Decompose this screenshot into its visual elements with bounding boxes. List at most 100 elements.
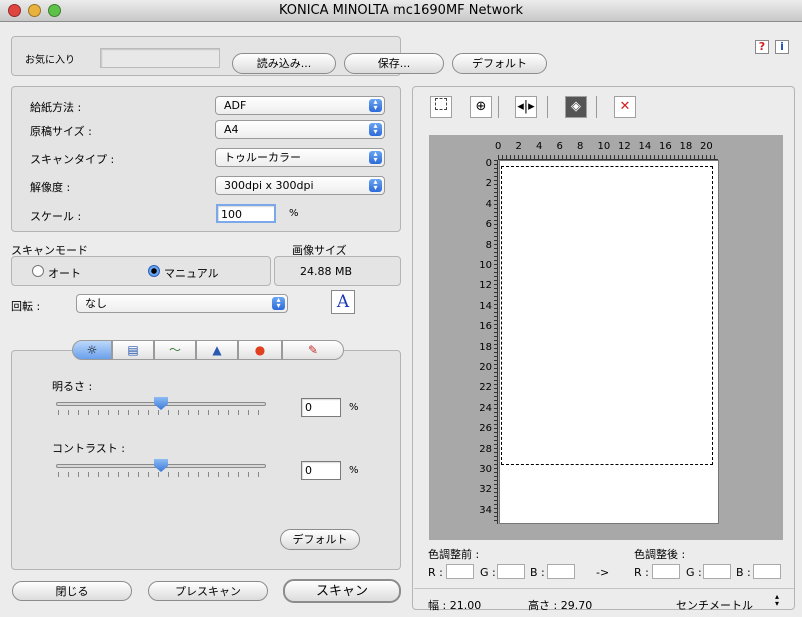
zoom-icon[interactable]: ⊕ (470, 96, 492, 118)
brightness-ticks (58, 410, 265, 415)
before-b-label: B : (530, 566, 545, 579)
select-arrows-icon: ▴ ▾ (369, 178, 382, 192)
select-arrows-icon: ▴ ▾ (369, 150, 382, 164)
rotation-select[interactable]: なし ▴ ▾ (76, 294, 288, 313)
manual-radio[interactable] (148, 265, 160, 277)
top-ruler-label: 18 (679, 141, 693, 152)
left-ruler-label: 12 (479, 280, 492, 292)
before-g-value (497, 564, 525, 579)
brightness-unit: % (349, 402, 359, 413)
close-button[interactable]: 閉じる (12, 581, 132, 601)
left-ruler-label: 28 (479, 443, 492, 455)
top-ruler-label: 14 (638, 141, 652, 152)
width-readout: 幅 : 21.00 (428, 599, 482, 612)
paper-feed-select[interactable]: ADF ▴ ▾ (215, 96, 385, 115)
scale-label: スケール : (30, 210, 82, 223)
histogram-icon: ▲ (212, 343, 222, 357)
before-r-label: R : (428, 566, 443, 579)
doc-size-label: 原稿サイズ : (30, 125, 92, 138)
favorites-field[interactable] (100, 48, 220, 68)
tab-histogram[interactable]: ▲ (196, 340, 238, 360)
paper-feed-value: ADF (224, 99, 247, 112)
default-favorites-button[interactable]: デフォルト (452, 53, 547, 74)
top-ruler-label: 12 (618, 141, 631, 152)
tab-color-picker[interactable]: ✎ (282, 340, 344, 360)
scale-input[interactable]: 100 (216, 204, 276, 223)
resolution-value: 300dpi x 300dpi (224, 179, 314, 192)
resolution-select[interactable]: 300dpi x 300dpi ▴ ▾ (215, 176, 385, 195)
left-ruler-label: 16 (479, 321, 492, 333)
top-ruler-label: 6 (556, 141, 563, 152)
dropper-icon: ✎ (307, 343, 319, 357)
after-g-label: G : (686, 566, 702, 579)
left-ruler-label: 2 (485, 178, 492, 190)
after-r-value (652, 564, 680, 579)
tab-color-wheel[interactable]: ● (238, 340, 282, 360)
fit-window-icon[interactable]: ◈ (565, 96, 587, 118)
curve-icon: 〜 (168, 343, 181, 357)
contrast-unit: % (349, 465, 359, 476)
after-r-label: R : (634, 566, 649, 579)
unit-select[interactable]: センチメートル (676, 597, 753, 613)
auto-radio[interactable] (32, 265, 44, 277)
favorites-label: お気に入り (25, 55, 75, 66)
left-ruler-label: 20 (479, 362, 492, 373)
doc-size-select[interactable]: A4 ▴ ▾ (215, 120, 385, 139)
scan-type-select[interactable]: トゥルーカラー ▴ ▾ (215, 148, 385, 167)
left-ruler-label: 10 (479, 260, 492, 271)
default-adjust-button[interactable]: デフォルト (280, 529, 360, 550)
brightness-label: 明るさ : (52, 380, 93, 393)
save-button[interactable]: 保存... (344, 53, 444, 74)
contrast-input[interactable]: 0 (301, 461, 341, 480)
scale-unit: % (289, 208, 299, 219)
prescan-button[interactable]: プレスキャン (148, 581, 268, 601)
help-icon[interactable]: ? (755, 40, 769, 54)
top-ruler-label: 10 (597, 141, 611, 152)
scan-type-value: トゥルーカラー (224, 151, 301, 164)
left-ruler-label: 14 (479, 300, 492, 312)
contrast-ticks (58, 472, 265, 477)
tab-color-balance[interactable]: ▤ (112, 340, 154, 360)
left-ruler-label: 6 (485, 219, 492, 231)
after-b-value (753, 564, 781, 579)
marquee-select-icon[interactable] (430, 96, 452, 118)
tab-curves[interactable]: 〜 (154, 340, 196, 360)
left-ruler-ticks (494, 160, 498, 524)
brightness-input[interactable]: 0 (301, 398, 341, 417)
load-button[interactable]: 読み込み... (232, 53, 336, 74)
height-readout: 高さ : 29.70 (528, 599, 593, 612)
before-r-value (446, 564, 474, 579)
top-ruler-label: 16 (659, 141, 672, 152)
select-arrows-icon: ▴ ▾ (369, 122, 382, 136)
toolbar-divider (547, 96, 548, 118)
paper-feed-label: 給紙方法 : (30, 101, 82, 114)
after-color-label: 色調整後 : (634, 548, 686, 561)
mirror-icon[interactable]: ◂|▸ (515, 96, 537, 118)
select-arrows-icon: ▴ ▾ (369, 98, 382, 112)
tab-brightness[interactable]: ☼ (72, 340, 112, 360)
info-icon[interactable]: i (775, 40, 789, 54)
before-color-label: 色調整前 : (428, 548, 480, 561)
sun-icon: ☼ (86, 343, 98, 357)
left-ruler-label: 18 (479, 341, 492, 353)
manual-label: マニュアル (164, 267, 219, 280)
rotation-value: なし (85, 297, 107, 310)
before-g-label: G : (480, 566, 496, 579)
left-ruler-label: 26 (479, 423, 492, 435)
color-arrow: -> (596, 566, 610, 579)
unit-select-arrows-icon[interactable]: ▴ ▾ (775, 593, 779, 608)
contrast-label: コントラスト : (52, 442, 125, 455)
rotation-label: 回転 : (11, 300, 41, 313)
divider (414, 588, 794, 589)
color-wheel-icon: ● (254, 343, 266, 357)
left-ruler-label: 4 (485, 198, 492, 210)
auto-label: オート (48, 267, 81, 280)
scan-area-selection[interactable] (501, 166, 713, 465)
left-ruler-label: 0 (485, 158, 492, 169)
top-ruler-label: 0 (495, 141, 502, 152)
scan-button[interactable]: スキャン (283, 579, 401, 603)
image-size-value: 24.88 MB (300, 265, 353, 278)
left-ruler-label: 34 (479, 504, 492, 516)
clear-preview-icon[interactable]: ✕ (614, 96, 636, 118)
after-g-value (703, 564, 731, 579)
